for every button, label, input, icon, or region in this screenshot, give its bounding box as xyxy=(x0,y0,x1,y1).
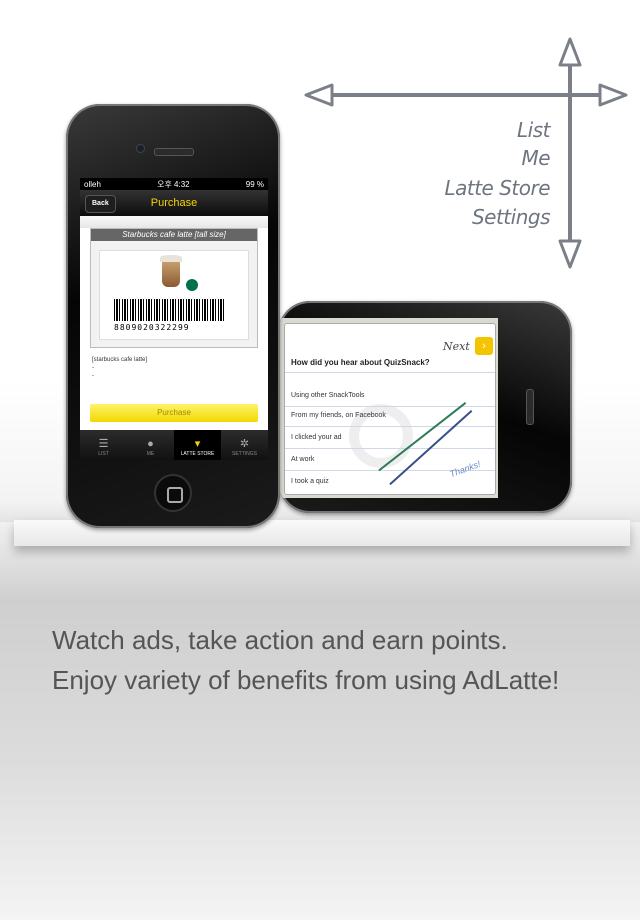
answer-option[interactable]: I took a quiz xyxy=(291,478,329,485)
tab-label: LATTE STORE xyxy=(180,451,215,457)
tab-label: LIST xyxy=(98,451,109,457)
answer-option[interactable]: I clicked your ad xyxy=(291,434,342,441)
chevron-right-icon: › xyxy=(482,340,486,352)
detail-line: - xyxy=(92,365,94,371)
hint-label-me: Me xyxy=(521,146,550,170)
speaker-grille xyxy=(154,148,194,156)
tagline-line-1: Watch ads, take action and earn points. xyxy=(52,625,508,655)
tab-latte-store[interactable]: ▾ LATTE STORE xyxy=(174,430,221,460)
answer-option[interactable]: At work xyxy=(291,456,314,463)
gear-icon: ✲ xyxy=(239,438,250,450)
coupon-card: Starbucks cafe latte [tall size] 8809020… xyxy=(90,228,258,348)
tab-label: ME xyxy=(146,451,155,457)
answer-option[interactable]: From my friends, on Facebook xyxy=(291,412,386,419)
nav-bar: Back Purchase xyxy=(80,190,268,216)
coupon-title: Starbucks cafe latte [tall size] xyxy=(91,229,257,241)
cart-icon: ▾ xyxy=(194,438,201,450)
back-button[interactable]: Back xyxy=(85,195,116,213)
barcode xyxy=(114,299,224,321)
purchase-button[interactable]: Purchase xyxy=(90,404,258,422)
answer-option[interactable]: Using other SnackTools xyxy=(291,392,365,399)
tab-bar: ☰ LIST ● ME ▾ LATTE STORE ✲ SETTINGS xyxy=(80,430,268,460)
tab-label: SETTINGS xyxy=(231,451,257,457)
carrier-label: olleh xyxy=(84,179,101,189)
hint-label-latte-store: Latte Store xyxy=(444,176,550,200)
landscape-phone: Next › How did you hear about QuizSnack?… xyxy=(278,301,572,513)
coffee-cup-image xyxy=(160,255,182,287)
portrait-phone: olleh 오후 4:32 99 % Back Purchase Starbuc… xyxy=(66,104,280,528)
page-title: Purchase xyxy=(150,197,198,209)
speaker-grille xyxy=(526,389,534,425)
tab-list[interactable]: ☰ LIST xyxy=(80,430,127,460)
quiz-card: Next › How did you hear about QuizSnack?… xyxy=(284,323,496,495)
divider xyxy=(285,372,495,373)
tagline: Watch ads, take action and earn points. … xyxy=(52,620,559,700)
list-icon: ☰ xyxy=(98,438,109,450)
purchase-screen: olleh 오후 4:32 99 % Back Purchase Starbuc… xyxy=(80,178,268,460)
divider xyxy=(285,448,495,449)
clock: 오후 4:32 xyxy=(157,179,190,189)
coupon-details: [starbucks cafe latte] - - xyxy=(80,348,268,404)
barcode-number: 8809020322299 xyxy=(114,323,190,332)
navigation-arrows-graphic xyxy=(304,37,628,269)
quiz-question: How did you hear about QuizSnack? xyxy=(291,358,430,367)
tagline-line-2: Enjoy variety of benefits from using AdL… xyxy=(52,665,560,695)
thanks-note: Thanks! xyxy=(448,458,482,480)
divider xyxy=(285,406,495,407)
hint-label-settings: Settings xyxy=(471,205,551,229)
home-button[interactable] xyxy=(154,474,192,512)
status-bar: olleh 오후 4:32 99 % xyxy=(80,178,268,190)
spotlight-strip xyxy=(80,216,268,228)
detail-line: [starbucks cafe latte] xyxy=(92,357,148,363)
battery-label: 99 % xyxy=(245,179,264,189)
quiz-screen: Next › How did you hear about QuizSnack?… xyxy=(280,318,498,498)
tab-settings[interactable]: ✲ SETTINGS xyxy=(221,430,268,460)
tab-me[interactable]: ● ME xyxy=(127,430,174,460)
starbucks-logo-icon xyxy=(186,279,198,291)
divider xyxy=(285,426,495,427)
me-icon: ● xyxy=(147,438,154,450)
camera-icon xyxy=(136,144,145,153)
next-label: Next xyxy=(443,340,470,353)
detail-line: - xyxy=(92,373,94,379)
next-button[interactable]: › xyxy=(475,337,493,355)
coupon-image: 8809020322299 xyxy=(99,250,249,340)
hint-label-list: List xyxy=(517,118,550,142)
